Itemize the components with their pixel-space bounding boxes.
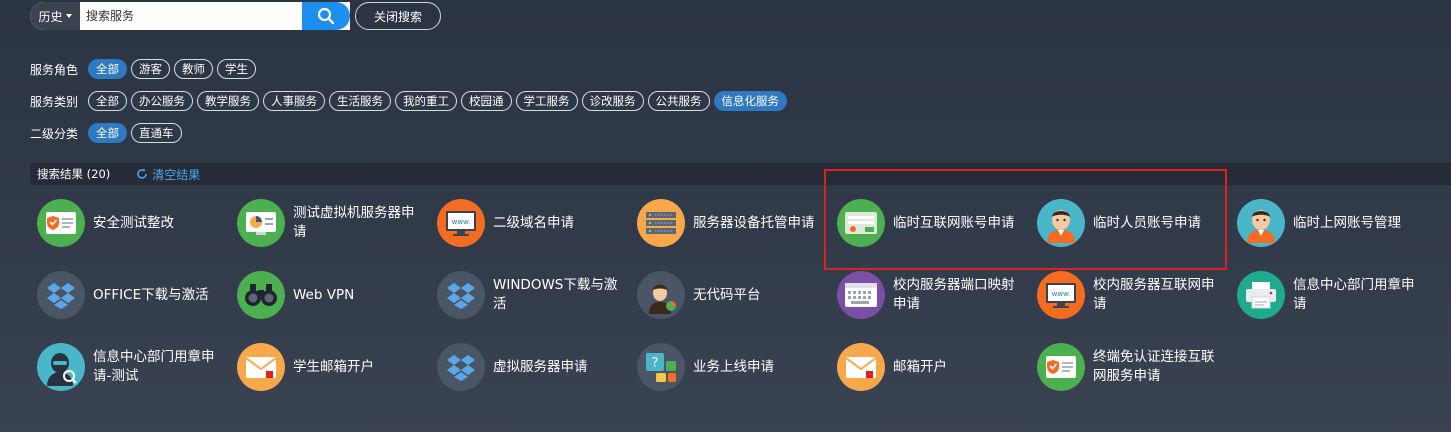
service-item-label: 终端免认证连接互联网服务申请 [1093, 349, 1215, 384]
filter-row-role: 服务角色 全部 游客 教师 学生 [30, 59, 260, 79]
service-item-label: 业务上线申请 [693, 358, 774, 375]
dropbox-icon [37, 271, 85, 319]
search-box: 历史 [30, 2, 350, 30]
filter-chip-category-4[interactable]: 生活服务 [329, 91, 391, 111]
svg-text:?: ? [652, 356, 659, 371]
dropbox-icon [437, 271, 485, 319]
filter-row-category: 服务类别 全部 办公服务 教学服务 人事服务 生活服务 我的重工 校园通 学工服务 诊改服务 公共… [30, 91, 791, 111]
presenter-icon [637, 271, 685, 319]
mail-envelope-icon [237, 343, 285, 391]
filter-label-category: 服务类别 [30, 94, 79, 109]
server-chart-icon [237, 199, 285, 247]
dropbox-icon [437, 343, 485, 391]
svg-text:www.: www. [452, 218, 471, 226]
binoculars-icon [237, 271, 285, 319]
www-monitor-icon: www. [437, 199, 485, 247]
service-item[interactable]: 信息中心部门用章申请-测试 [37, 342, 232, 392]
service-item-label: 临时上网账号管理 [1293, 214, 1401, 231]
service-item[interactable]: WINDOWS下载与激活 [437, 270, 632, 320]
filter-chip-category-8[interactable]: 诊改服务 [581, 91, 644, 111]
service-item-label: 虚拟服务器申请 [493, 358, 588, 375]
history-label: 历史 [38, 9, 63, 24]
filter-chip-category-6[interactable]: 校园通 [461, 91, 512, 111]
search-icon [317, 7, 335, 25]
filter-chip-category-5[interactable]: 我的重工 [395, 91, 457, 111]
service-item[interactable]: 虚拟服务器申请 [437, 342, 632, 392]
security-certificate-icon [37, 199, 85, 247]
clear-results-label: 清空结果 [152, 167, 201, 182]
keyboard-window-icon [837, 271, 885, 319]
caret-down-icon [65, 14, 72, 18]
results-header: 搜索结果 (20) 清空结果 [30, 163, 1451, 185]
filter-chip-category-1[interactable]: 办公服务 [131, 91, 193, 111]
service-item-label: 信息中心部门用章申请 [1293, 277, 1415, 312]
filter-row-subcategory: 二级分类 全部 直通车 [30, 123, 186, 143]
filter-chip-category-7[interactable]: 学工服务 [515, 91, 578, 111]
service-item[interactable]: www. 二级域名申请 [437, 198, 632, 248]
service-item-label: WINDOWS下载与激活 [493, 277, 618, 312]
service-item-label: 信息中心部门用章申请-测试 [93, 349, 215, 384]
service-item[interactable]: 邮箱开户 [837, 342, 1032, 392]
service-item[interactable]: 测试虚拟机服务器申请 [237, 198, 432, 248]
service-item-label: 服务器设备托管申请 [693, 214, 815, 231]
service-item[interactable]: 无代码平台 [637, 270, 832, 320]
service-item-label: 校内服务器端口映射申请 [893, 277, 1015, 312]
service-item[interactable]: 校内服务器端口映射申请 [837, 270, 1032, 320]
results-count: 搜索结果 (20) [37, 167, 111, 181]
filter-chip-category-2[interactable]: 教学服务 [197, 91, 259, 111]
filter-chip-role-3[interactable]: 学生 [217, 59, 256, 79]
service-item[interactable]: www. 校内服务器互联网申请 [1037, 270, 1232, 320]
service-item[interactable]: 信息中心部门用章申请 [1237, 270, 1432, 320]
help-tiles-icon: ? [637, 343, 685, 391]
service-item[interactable]: 终端免认证连接互联网服务申请 [1037, 342, 1232, 392]
service-item-label: Web VPN [293, 286, 355, 303]
service-item-label: 邮箱开户 [893, 358, 947, 375]
server-rack-icon [637, 199, 685, 247]
filter-chip-role-1[interactable]: 游客 [131, 59, 170, 79]
filter-chip-category-10[interactable]: 信息化服务 [713, 91, 787, 111]
search-button[interactable] [302, 2, 350, 30]
service-item[interactable]: 临时上网账号管理 [1237, 198, 1432, 248]
service-item[interactable]: 学生邮箱开户 [237, 342, 432, 392]
service-item-label: 安全测试整改 [93, 214, 174, 231]
service-item-label: 无代码平台 [693, 286, 761, 303]
filter-chip-category-9[interactable]: 公共服务 [647, 91, 710, 111]
filter-chip-role-2[interactable]: 教师 [174, 59, 213, 79]
clear-results-link[interactable]: 清空结果 [136, 166, 200, 183]
service-item[interactable]: ? 业务上线申请 [637, 342, 832, 392]
service-item-label: 二级域名申请 [493, 214, 574, 231]
filter-chip-category-0[interactable]: 全部 [88, 91, 127, 111]
service-item-label: OFFICE下载与激活 [93, 286, 209, 303]
filter-chip-subcategory-0[interactable]: 全部 [88, 123, 127, 143]
filter-chip-role-0[interactable]: 全部 [88, 59, 127, 79]
filter-chip-subcategory-1[interactable]: 直通车 [131, 123, 182, 143]
service-item[interactable]: 服务器设备托管申请 [637, 198, 832, 248]
search-input[interactable] [80, 2, 302, 30]
filter-label-role: 服务角色 [30, 62, 79, 77]
service-item[interactable]: Web VPN [237, 270, 432, 320]
service-item-label: 校内服务器互联网申请 [1093, 277, 1215, 312]
printer-icon [1237, 271, 1285, 319]
highlight-box [824, 169, 1227, 270]
svg-text:www.: www. [1052, 290, 1071, 298]
close-search-button[interactable]: 关闭搜索 [355, 2, 442, 30]
mail-envelope-icon [837, 343, 885, 391]
filter-chip-category-3[interactable]: 人事服务 [263, 91, 325, 111]
service-item-label: 学生邮箱开户 [293, 358, 374, 375]
history-dropdown[interactable]: 历史 [30, 2, 80, 30]
www-monitor-icon: www. [1037, 271, 1085, 319]
security-certificate-icon [1037, 343, 1085, 391]
search-bar: 历史 关闭搜索 [30, 2, 442, 30]
refresh-icon [137, 168, 148, 179]
hacker-search-icon [37, 343, 85, 391]
filter-label-subcategory: 二级分类 [30, 126, 79, 141]
service-item-label: 测试虚拟机服务器申请 [293, 205, 415, 240]
person-avatar-icon [1237, 199, 1285, 247]
service-item[interactable]: 安全测试整改 [37, 198, 232, 248]
service-item[interactable]: OFFICE下载与激活 [37, 270, 232, 320]
